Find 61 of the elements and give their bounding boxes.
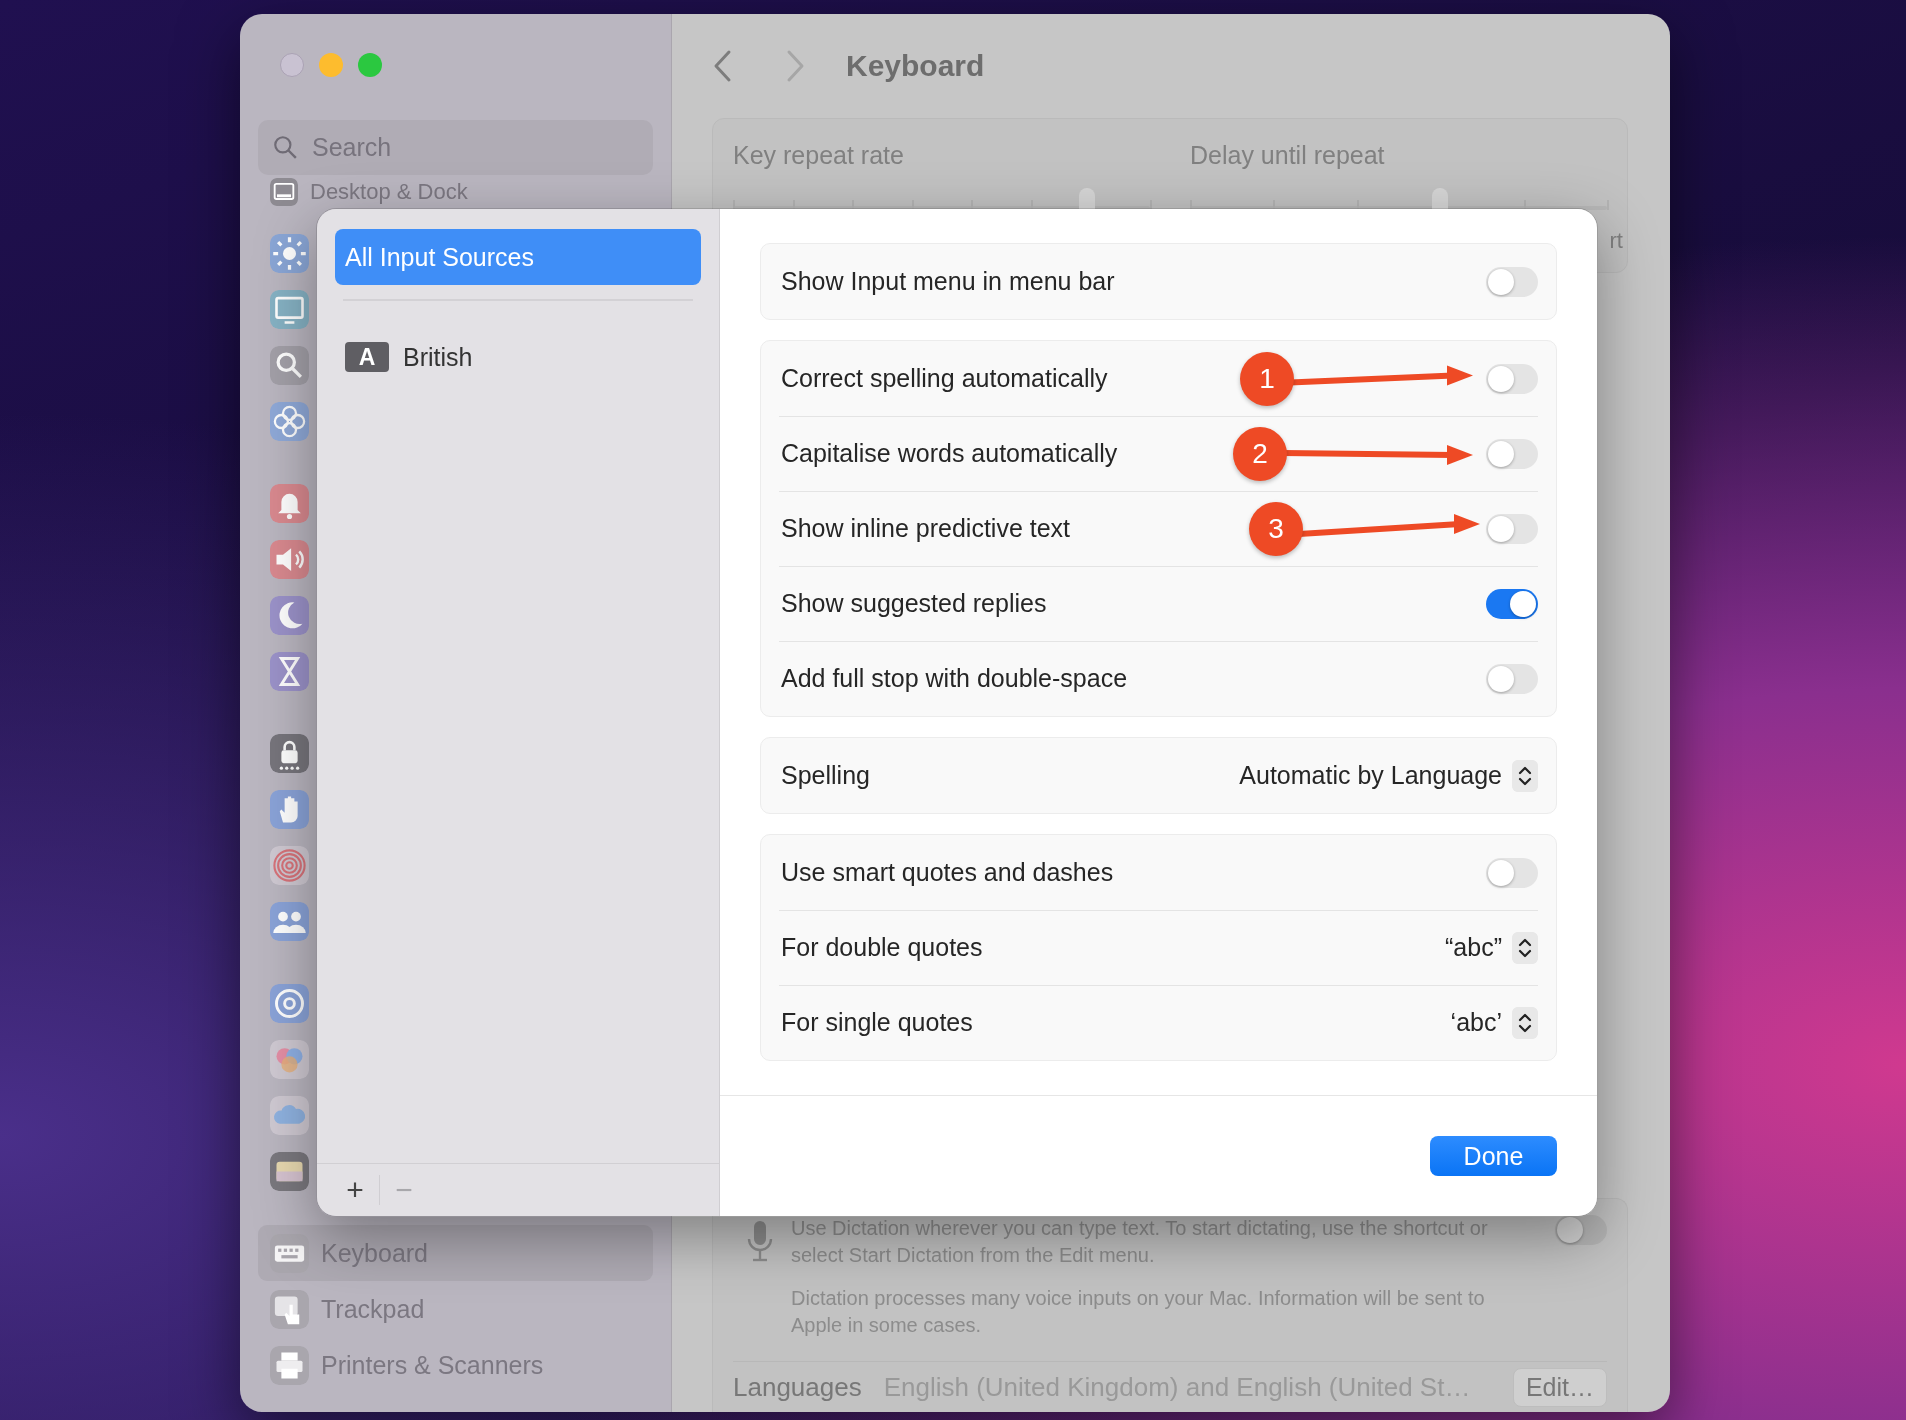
search-icon[interactable] xyxy=(270,345,309,385)
display-icon[interactable] xyxy=(270,289,309,329)
pointer-hand-icon xyxy=(270,1289,309,1329)
setting-label: Show Input menu in menu bar xyxy=(781,267,1115,296)
sidebar-item[interactable]: Trackpad xyxy=(258,1281,653,1337)
slider-label: Delay until repeat xyxy=(1190,141,1386,170)
search-field[interactable]: Search xyxy=(258,120,653,175)
step-number-badge: 3 xyxy=(1249,501,1303,556)
setting-label: Spelling xyxy=(781,761,870,790)
dock-icon xyxy=(270,177,298,206)
people-icon[interactable] xyxy=(270,901,309,941)
fingerprint-icon[interactable] xyxy=(270,845,309,885)
flower-icon[interactable] xyxy=(270,401,309,441)
source-list-item[interactable]: A British xyxy=(335,329,701,385)
languages-label: Languages xyxy=(733,1371,862,1403)
keyboard-icon xyxy=(270,1233,309,1273)
toggle-switch[interactable] xyxy=(1486,513,1538,544)
setting-label: Use smart quotes and dashes xyxy=(781,858,1114,887)
done-button[interactable]: Done xyxy=(1430,1136,1557,1176)
slider-label: Key repeat rate xyxy=(733,141,905,170)
setting-label: For double quotes xyxy=(781,933,983,962)
slider-caption: rt xyxy=(1609,228,1623,254)
wallet-icon[interactable] xyxy=(270,1151,309,1191)
setting-label: Show suggested replies xyxy=(781,589,1047,618)
toggle-switch[interactable] xyxy=(1555,1215,1607,1245)
setting-label: Show inline predictive text xyxy=(781,514,1071,543)
sidebar-item[interactable]: Printers & Scanners xyxy=(258,1337,653,1393)
popup-button[interactable]: ‘abc’ xyxy=(1450,1006,1538,1039)
window-title: Keyboard xyxy=(846,49,985,83)
speaker-icon[interactable] xyxy=(270,539,309,579)
toggle-switch[interactable] xyxy=(1486,438,1538,469)
search-icon xyxy=(272,134,298,160)
edit-button[interactable]: Edit… xyxy=(1512,1367,1607,1407)
color-circles-icon[interactable] xyxy=(270,1039,309,1079)
toggle-switch[interactable] xyxy=(1486,588,1538,619)
setting-label: Capitalise words automatically xyxy=(781,439,1118,468)
moon-icon[interactable] xyxy=(270,595,309,635)
hourglass-icon[interactable] xyxy=(270,651,309,691)
add-button[interactable]: + xyxy=(331,1170,379,1210)
layout-badge: A xyxy=(345,342,389,372)
setting-label: For single quotes xyxy=(781,1008,973,1037)
sidebar-item[interactable]: Desktop & Dock xyxy=(258,175,653,208)
toggle-switch[interactable] xyxy=(1486,857,1538,888)
popup-button[interactable]: Automatic by Language xyxy=(1239,759,1538,792)
sun-icon[interactable] xyxy=(270,233,309,273)
close-window-control[interactable] xyxy=(280,53,304,77)
bell-icon[interactable] xyxy=(270,483,309,523)
setting-label: Correct spelling automatically xyxy=(781,364,1108,393)
toggle-switch[interactable] xyxy=(1486,266,1538,297)
hand-icon[interactable] xyxy=(270,789,309,829)
cloud-icon[interactable] xyxy=(270,1095,309,1135)
popup-button[interactable]: “abc” xyxy=(1445,931,1538,964)
toggle-switch[interactable] xyxy=(1486,663,1538,694)
step-number-badge: 2 xyxy=(1233,426,1287,481)
toggle-switch[interactable] xyxy=(1486,363,1538,394)
microphone-icon xyxy=(745,1219,775,1263)
setting-label: Add full stop with double-space xyxy=(781,664,1128,693)
printer-icon xyxy=(270,1345,309,1385)
source-list-item[interactable]: All Input Sources xyxy=(335,229,701,285)
step-number-badge: 1 xyxy=(1240,351,1294,406)
lock-icon[interactable] xyxy=(270,733,309,773)
